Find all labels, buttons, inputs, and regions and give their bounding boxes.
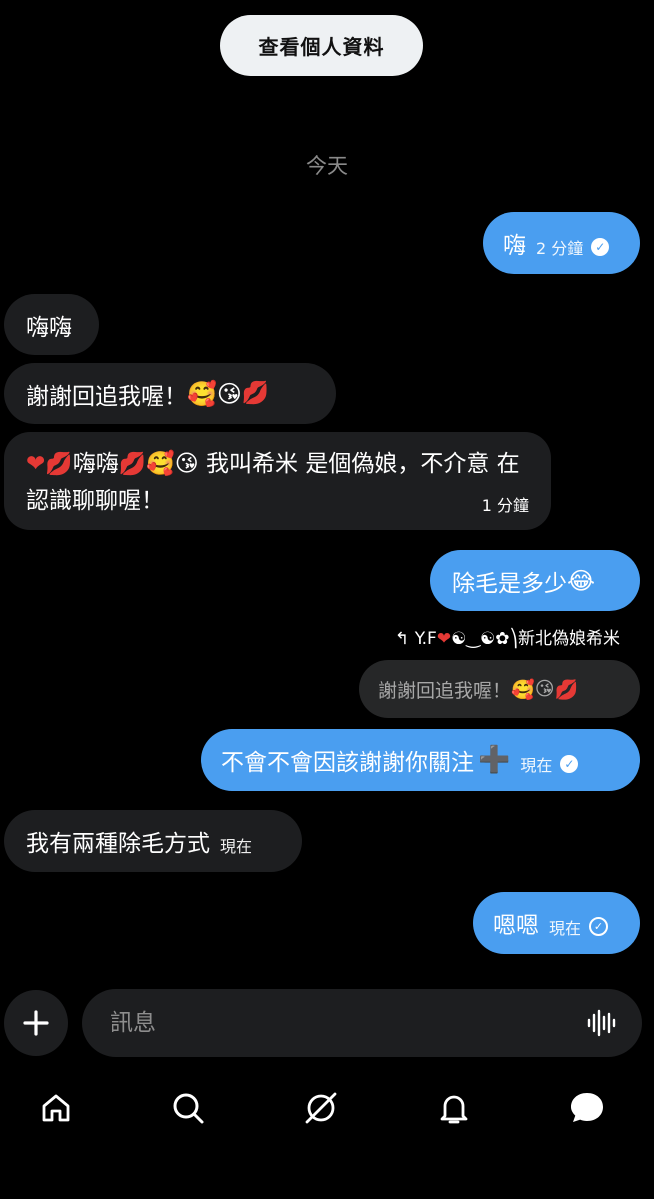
- heart-emoji-icon: ❤: [436, 629, 452, 649]
- reply-sender-name: 新北偽娘希米: [518, 629, 620, 649]
- smiling-hearts-emoji-icon: 🥰: [146, 451, 175, 477]
- lips-emoji-icon: 💋: [241, 381, 270, 406]
- lips-emoji-icon: 💋: [45, 452, 73, 477]
- nav-messages[interactable]: [565, 1086, 609, 1130]
- message-bubble-incoming[interactable]: ❤💋嗨嗨💋🥰😘 我叫希米 是個偽娘，不介意 在認識聊聊喔！ 1 分鐘: [4, 432, 551, 530]
- messages-icon: [571, 1093, 603, 1122]
- message-text: 嗨嗨: [72, 451, 119, 477]
- reply-quote-text: 謝謝回追我喔！: [378, 679, 512, 702]
- message-text: 謝謝回追我喔！: [26, 383, 187, 410]
- lips-emoji-icon: 💋: [554, 678, 579, 701]
- read-check-icon: ✓: [560, 754, 579, 773]
- message-text: 除毛是多少: [452, 570, 567, 597]
- message-text: 不會不會因該謝謝你關注: [221, 750, 474, 776]
- message-time: 現在: [549, 919, 582, 938]
- message-time: 2 分鐘: [536, 239, 584, 258]
- message-bubble-outgoing[interactable]: 除毛是多少 😂: [430, 550, 640, 611]
- nav-explore[interactable]: [299, 1086, 343, 1130]
- heart-emoji-icon: ❤: [26, 451, 46, 477]
- sent-check-icon: ✓: [589, 917, 609, 936]
- yin-yang-icon: ☯: [480, 629, 496, 649]
- lips-emoji-icon: 💋: [118, 452, 147, 477]
- explore-icon: [305, 1092, 337, 1124]
- laughing-emoji-icon: 😂: [567, 566, 596, 595]
- notifications-icon: [440, 1095, 468, 1124]
- search-icon: [173, 1093, 204, 1124]
- message-bubble-incoming[interactable]: 謝謝回追我喔！ 🥰 😘 💋: [4, 363, 336, 424]
- message-bubble-outgoing[interactable]: 嗯嗯 現在 ✓: [473, 892, 640, 954]
- message-text: 我有兩種除毛方式: [26, 831, 210, 857]
- kiss-emoji-icon: 😘: [174, 451, 199, 477]
- view-profile-button[interactable]: 查看個人資料: [220, 15, 423, 76]
- reply-quote-bubble[interactable]: 謝謝回追我喔！ 🥰 😘 💋: [359, 660, 640, 718]
- smiling-hearts-emoji-icon: 🥰: [187, 379, 217, 408]
- plus-icon: [23, 1010, 49, 1036]
- reply-sender-prefix: Y.F: [414, 629, 437, 649]
- message-bubble-outgoing[interactable]: 嗨 2 分鐘 ✓: [483, 212, 640, 274]
- voice-message-icon[interactable]: [586, 1008, 616, 1038]
- nav-home[interactable]: [34, 1086, 78, 1130]
- message-time: 現在: [520, 756, 553, 775]
- message-composer: [82, 989, 642, 1057]
- read-check-icon: ✓: [591, 237, 610, 256]
- smiling-hearts-emoji-icon: 🥰: [511, 678, 535, 701]
- message-time: 1 分鐘: [481, 496, 529, 515]
- message-bubble-incoming[interactable]: 嗨嗨: [4, 294, 99, 355]
- message-text: 嗨: [503, 233, 526, 259]
- add-attachment-button[interactable]: [4, 990, 68, 1056]
- kiss-emoji-icon: 😘: [216, 379, 242, 408]
- reply-arrow-icon: ↰: [395, 629, 410, 649]
- date-divider: 今天: [306, 154, 348, 178]
- nav-notifications[interactable]: [432, 1086, 476, 1130]
- message-text: 嗨嗨: [26, 314, 72, 341]
- kiss-emoji-icon: 😘: [534, 678, 555, 700]
- message-time: 現在: [220, 837, 253, 856]
- yin-yang-icon: ☯: [451, 629, 467, 649]
- message-input[interactable]: [108, 1009, 552, 1037]
- home-icon: [42, 1094, 70, 1122]
- nav-search[interactable]: [166, 1086, 210, 1130]
- message-bubble-outgoing[interactable]: 不會不會因該謝謝你關注 ➕ 現在 ✓: [201, 729, 640, 791]
- message-text: 嗯嗯: [493, 913, 539, 939]
- plus-emoji-icon: ➕: [478, 745, 511, 775]
- message-bubble-incoming[interactable]: 我有兩種除毛方式 現在: [4, 810, 302, 872]
- reply-context: ↰ Y.F❤☯‿☯✿⎞新北偽娘希米: [395, 629, 620, 649]
- flower-icon: ✿: [495, 629, 510, 649]
